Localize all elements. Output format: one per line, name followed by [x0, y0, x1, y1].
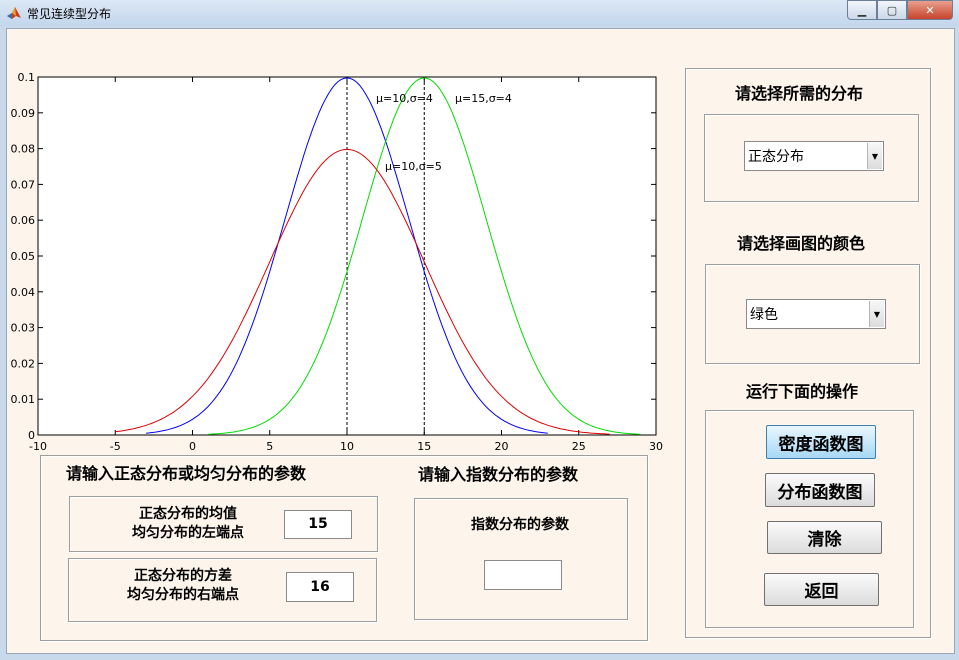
mean-label: 正态分布的均值 均匀分布的左端点 — [108, 505, 268, 543]
y-tick-label: 0.04 — [11, 286, 36, 299]
y-tick-label: 0.09 — [11, 107, 36, 120]
operations-title: 运行下面的操作 — [746, 382, 859, 401]
matlab-icon — [7, 7, 21, 19]
y-tick-label: 0.03 — [11, 322, 36, 335]
distribution-title: 请选择所需的分布 — [735, 84, 864, 103]
minimize-button[interactable]: ▁ — [847, 0, 877, 20]
distribution-select[interactable]: 正态分布 ▼ — [744, 141, 884, 171]
x-tick-label: 0 — [189, 440, 196, 453]
x-tick-label: 30 — [649, 440, 663, 453]
variance-label-line1: 正态分布的方差 — [134, 568, 232, 584]
title-bar: 常见连续型分布 ▁ ▢ ✕ — [0, 0, 959, 26]
maximize-icon: ▢ — [886, 3, 898, 17]
back-button[interactable]: 返回 — [764, 573, 879, 606]
mean-label-line1: 正态分布的均值 — [139, 506, 237, 522]
density-plot-button[interactable]: 密度函数图 — [766, 425, 876, 459]
color-title: 请选择画图的颜色 — [737, 234, 866, 253]
curve-annotation: μ=10,σ=5 — [385, 160, 442, 173]
window-title: 常见连续型分布 — [27, 7, 112, 21]
x-tick-label: 20 — [495, 440, 509, 453]
chevron-down-icon[interactable]: ▼ — [867, 143, 882, 169]
minimize-icon: ▁ — [857, 3, 867, 17]
distribution-chart: -10 -5 0 5 10 15 20 25 3000.010.020.030.040.050.… — [11, 71, 664, 453]
x-tick-label: 10 — [340, 440, 354, 453]
plot-area — [37, 76, 657, 436]
variance-label: 正态分布的方差 均匀分布的右端点 — [103, 567, 263, 605]
x-tick-label: 25 — [572, 440, 586, 453]
exp-panel-title: 请输入指数分布的参数 — [418, 465, 579, 484]
x-tick-label: 15 — [417, 440, 431, 453]
x-tick-label: -5 — [110, 440, 121, 453]
curve-annotation: μ=15,σ=4 — [455, 92, 512, 105]
distribution-select-value: 正态分布 — [748, 149, 804, 165]
y-tick-label: 0.06 — [11, 214, 36, 227]
y-tick-label: 0 — [28, 429, 35, 442]
clear-button[interactable]: 清除 — [767, 521, 882, 554]
variance-label-line2: 均匀分布的右端点 — [127, 587, 239, 603]
y-tick-label: 0.05 — [11, 250, 36, 263]
x-tick-label: 5 — [266, 440, 273, 453]
exp-param-input[interactable] — [484, 560, 562, 590]
cdf-plot-button[interactable]: 分布函数图 — [765, 473, 875, 507]
color-select-value: 绿色 — [750, 307, 778, 323]
params-panel-title: 请输入正态分布或均匀分布的参数 — [66, 464, 307, 483]
mean-label-line2: 均匀分布的左端点 — [132, 525, 244, 541]
variance-input[interactable]: 16 — [286, 572, 354, 602]
curve-annotation: μ=10,σ=4 — [376, 92, 433, 105]
close-icon: ✕ — [925, 3, 935, 17]
y-tick-label: 0.08 — [11, 143, 36, 156]
maximize-button[interactable]: ▢ — [877, 0, 907, 20]
color-select[interactable]: 绿色 ▼ — [746, 299, 886, 329]
chevron-down-icon[interactable]: ▼ — [869, 301, 884, 327]
mean-input[interactable]: 15 — [284, 510, 352, 539]
close-button[interactable]: ✕ — [907, 0, 953, 20]
exp-param-label: 指数分布的参数 — [471, 517, 569, 533]
y-tick-label: 0.1 — [18, 71, 36, 84]
y-tick-label: 0.01 — [11, 393, 36, 406]
y-tick-label: 0.07 — [11, 178, 36, 191]
y-tick-label: 0.02 — [11, 357, 36, 370]
